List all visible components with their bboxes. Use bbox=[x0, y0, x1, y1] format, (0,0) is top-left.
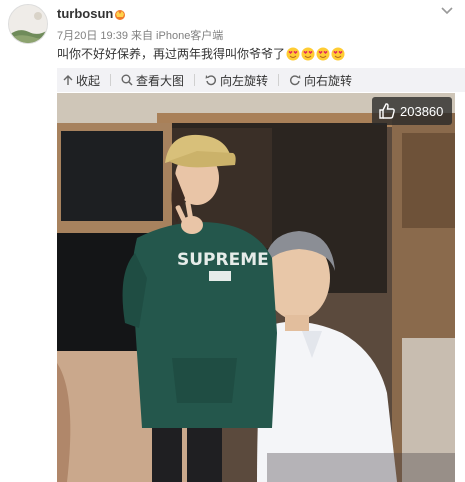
rotate-right-icon bbox=[290, 75, 301, 86]
post-text: 叫你不好好保养，再过两年我得叫你爷爷了 bbox=[57, 45, 345, 62]
rotate-right-label: 向右旋转 bbox=[304, 73, 353, 88]
post-source: 来自 iPhone客户端 bbox=[131, 30, 224, 42]
rotate-left-icon bbox=[205, 75, 217, 86]
like-count: 203860 bbox=[400, 103, 444, 119]
post-timestamp[interactable]: 7月20日 19:39 bbox=[57, 30, 128, 42]
rotate-right-button[interactable]: 向右旋转 bbox=[289, 72, 352, 89]
toolbar-divider bbox=[278, 74, 280, 86]
collapse-label: 收起 bbox=[76, 73, 101, 88]
heart-eyes-emoji-icon bbox=[316, 47, 330, 60]
chevron-down-icon[interactable] bbox=[441, 6, 453, 16]
heart-eyes-emoji-icon bbox=[286, 47, 300, 60]
like-badge[interactable]: 203860 bbox=[372, 97, 452, 125]
heart-eyes-emoji-icon bbox=[301, 47, 315, 60]
hoodie-text: SUPREME bbox=[177, 250, 269, 270]
post-meta: 7月20日 19:39 来自 iPhone客户端 bbox=[57, 27, 223, 43]
view-full-label: 查看大图 bbox=[136, 73, 185, 88]
crown-icon bbox=[115, 10, 125, 20]
post-body: 叫你不好好保养，再过两年我得叫你爷爷了 bbox=[57, 47, 286, 61]
arrow-up-icon bbox=[63, 74, 73, 85]
magnifier-icon bbox=[121, 74, 133, 86]
view-full-button[interactable]: 查看大图 bbox=[121, 72, 184, 89]
collapse-button[interactable]: 收起 bbox=[63, 72, 100, 89]
avatar[interactable] bbox=[8, 4, 48, 44]
post-photo[interactable]: SUPREME bbox=[57, 93, 455, 482]
photo-image: SUPREME bbox=[57, 93, 455, 482]
toolbar-divider bbox=[110, 74, 112, 86]
image-toolbar: 收起 查看大图 向左旋转 向右旋转 bbox=[57, 68, 465, 92]
rotate-left-button[interactable]: 向左旋转 bbox=[205, 72, 268, 89]
username[interactable]: turbosun bbox=[57, 6, 113, 21]
toolbar-divider bbox=[194, 74, 196, 86]
heart-eyes-emoji-icon bbox=[331, 47, 345, 60]
avatar-image bbox=[9, 5, 47, 43]
thumbs-up-icon bbox=[379, 103, 395, 119]
rotate-left-label: 向左旋转 bbox=[220, 73, 269, 88]
